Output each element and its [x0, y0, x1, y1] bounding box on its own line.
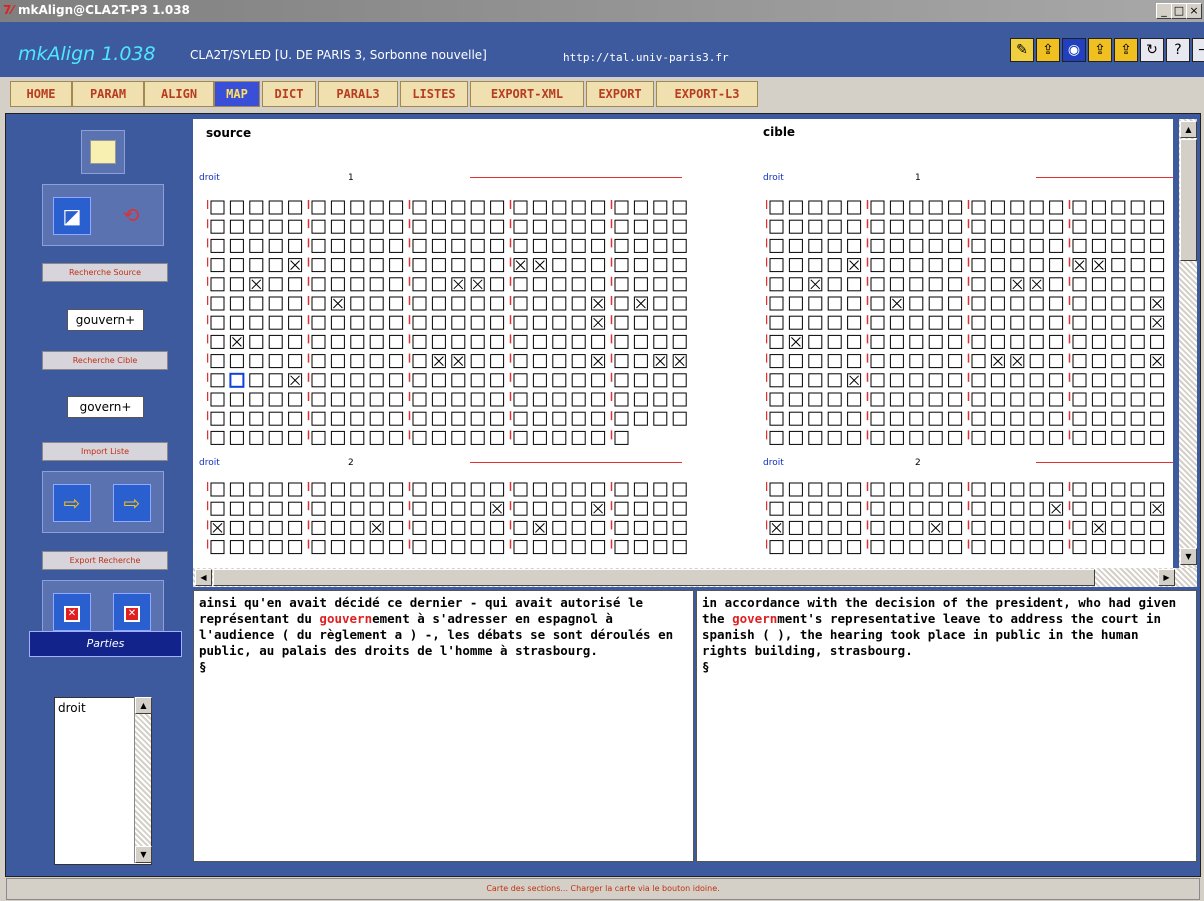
status-text: Carte des sections... Charger la carte v…: [486, 884, 720, 893]
maximize-button[interactable]: □: [1171, 3, 1187, 19]
target-text-panel[interactable]: in accordance with the decision of the p…: [696, 590, 1197, 862]
checkbox-cross-icon: ✕: [64, 606, 80, 622]
target-column-header: cible: [763, 125, 796, 139]
target-segment-grid[interactable]: [766, 481, 1173, 568]
recherche-source-button[interactable]: Recherche Source: [42, 263, 168, 282]
tab-export-xml[interactable]: EXPORT-XML: [470, 81, 584, 107]
calendar-icon: [90, 140, 116, 164]
app-subtitle: CLA2T/SYLED [U. DE PARIS 3, Sorbonne nou…: [190, 48, 487, 62]
tab-paral3[interactable]: PARAL3: [318, 81, 398, 107]
export-recherche-button[interactable]: Export Recherche: [42, 551, 168, 570]
import-target-button[interactable]: ⇨: [113, 484, 151, 522]
export-source-button[interactable]: ✕: [53, 593, 91, 631]
scrollbar-thumb[interactable]: [213, 569, 1095, 586]
map-vertical-scrollbar[interactable]: ▲ ▼: [1179, 119, 1197, 568]
parties-list-item[interactable]: droit: [58, 701, 86, 715]
source-column-header: source: [206, 126, 252, 140]
section-mark: §: [199, 659, 207, 674]
toolbar: ✎ ⇪ ◉ ⇪ ⇪ ↻ ? ⇥: [1010, 38, 1204, 62]
refresh-icon[interactable]: ↻: [1140, 38, 1164, 62]
tab-align[interactable]: ALIGN: [144, 81, 214, 107]
sync-arrows-icon: ⟲: [122, 203, 140, 227]
source-segment-grid[interactable]: [207, 199, 687, 447]
import-source-button[interactable]: ⇨: [53, 484, 91, 522]
part-label: droit: [199, 173, 220, 183]
import-liste-button[interactable]: Import Liste: [42, 442, 168, 461]
source-highlight: gouvern: [319, 611, 373, 626]
section-mark: §: [702, 659, 710, 674]
calendar-button[interactable]: [81, 130, 125, 174]
recherche-cible-button[interactable]: Recherche Cible: [42, 351, 168, 370]
part-separator: [470, 177, 682, 178]
help-icon[interactable]: ?: [1166, 38, 1190, 62]
exit-icon[interactable]: ⇥: [1192, 38, 1204, 62]
close-button[interactable]: ×: [1186, 3, 1202, 19]
scroll-up-icon[interactable]: ▲: [1180, 121, 1197, 138]
part-separator: [470, 462, 682, 463]
part-number: 2: [915, 458, 921, 468]
scroll-down-icon[interactable]: ▼: [135, 846, 152, 863]
part-separator: [1036, 177, 1173, 178]
folder-up-icon[interactable]: ⇪: [1114, 38, 1138, 62]
source-search-input[interactable]: gouvern+: [67, 309, 144, 331]
target-segment-grid[interactable]: [766, 199, 1173, 447]
target-search-input[interactable]: govern+: [67, 396, 144, 418]
window-titlebar: 7⁄ mkAlign@CLA2T-P3 1.038: [0, 0, 1204, 22]
part-number: 2: [348, 458, 354, 468]
disk-icon: ◪: [62, 204, 82, 228]
tab-export[interactable]: EXPORT: [586, 81, 654, 107]
load-map-group: ◪ ⟲: [42, 184, 164, 246]
minimize-button[interactable]: _: [1156, 3, 1172, 19]
map-horizontal-scrollbar[interactable]: ◀ ▶: [193, 568, 1197, 587]
import-file-icon: ⇨: [63, 491, 81, 515]
tab-dict[interactable]: DICT: [262, 81, 316, 107]
part-number: 1: [348, 173, 354, 183]
part-label: droit: [763, 458, 784, 468]
part-label: droit: [763, 173, 784, 183]
import-group: ⇨ ⇨: [42, 471, 164, 533]
tab-param[interactable]: PARAM: [72, 81, 144, 107]
alignment-map-panel[interactable]: source cible droit 1 droit 1 droit 2 dro…: [193, 119, 1173, 568]
folder-up-icon[interactable]: ⇪: [1088, 38, 1112, 62]
app-title: mkAlign 1.038: [18, 43, 156, 65]
scroll-left-icon[interactable]: ◀: [195, 569, 212, 586]
scrollbar-thumb[interactable]: [1180, 139, 1197, 261]
source-text-panel[interactable]: ainsi qu'en avait décidé ce dernier - qu…: [193, 590, 694, 862]
tab-home[interactable]: HOME: [10, 81, 72, 107]
part-label: droit: [199, 458, 220, 468]
part-separator: [1036, 462, 1173, 463]
tab-map[interactable]: MAP: [214, 81, 260, 107]
source-segment-grid[interactable]: [207, 481, 687, 568]
window-title: mkAlign@CLA2T-P3 1.038: [18, 3, 190, 17]
scroll-up-icon[interactable]: ▲: [135, 697, 152, 714]
tab-listes[interactable]: LISTES: [400, 81, 468, 107]
target-highlight: govern: [732, 611, 778, 626]
parties-header: Parties: [29, 631, 182, 657]
import-file-icon: ⇨: [123, 491, 141, 515]
app-logo-icon: 7⁄: [3, 3, 14, 17]
app-url-link[interactable]: http://tal.univ-paris3.fr: [563, 51, 729, 64]
scroll-right-icon[interactable]: ▶: [1158, 569, 1175, 586]
save-map-button[interactable]: ◪: [53, 197, 91, 235]
folder-up-icon[interactable]: ⇪: [1036, 38, 1060, 62]
parties-list-scrollbar[interactable]: ▲ ▼: [134, 697, 152, 863]
status-bar: Carte des sections... Charger la carte v…: [6, 878, 1200, 900]
export-target-button[interactable]: ✕: [113, 593, 151, 631]
scroll-down-icon[interactable]: ▼: [1180, 548, 1197, 565]
edit-icon[interactable]: ✎: [1010, 38, 1034, 62]
sync-button[interactable]: ⟲: [113, 197, 149, 233]
checkbox-cross-icon: ✕: [124, 606, 140, 622]
globe-icon[interactable]: ◉: [1062, 38, 1086, 62]
tab-export-l3[interactable]: EXPORT-L3: [656, 81, 758, 107]
part-number: 1: [915, 173, 921, 183]
